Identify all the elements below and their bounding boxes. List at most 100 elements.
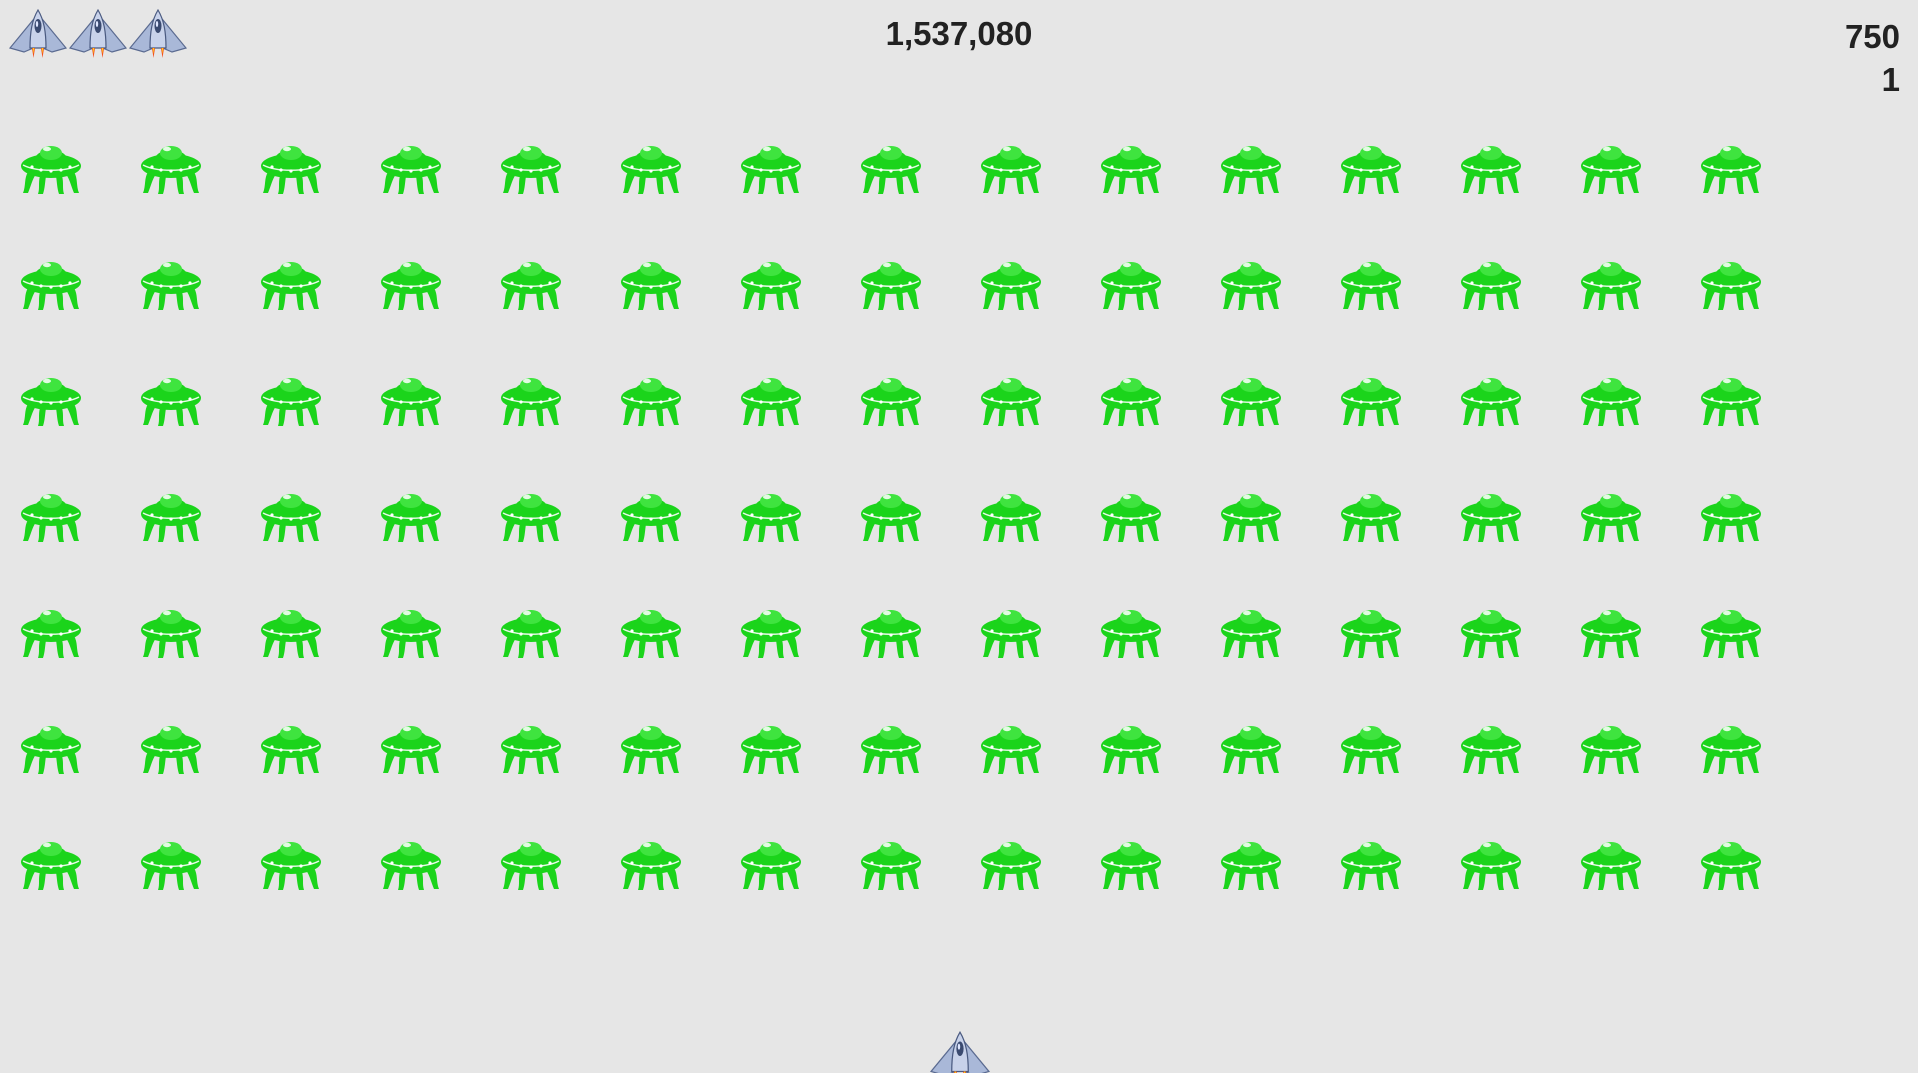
green-ufo-alien-icon: [380, 832, 442, 892]
green-ufo-alien-icon: [500, 484, 562, 544]
green-ufo-alien-icon: [140, 484, 202, 544]
green-ufo-alien-icon: [1220, 832, 1282, 892]
green-ufo-alien-icon: [980, 136, 1042, 196]
green-ufo-alien-icon: [1700, 600, 1762, 660]
green-ufo-alien-icon: [860, 600, 922, 660]
green-ufo-alien-icon: [1700, 484, 1762, 544]
green-ufo-alien-icon: [1580, 484, 1642, 544]
stat-bottom-value: 1: [1881, 61, 1900, 98]
green-ufo-alien-icon: [140, 136, 202, 196]
green-ufo-alien-icon: [980, 600, 1042, 660]
green-ufo-alien-icon: [1460, 716, 1522, 776]
green-ufo-alien-icon: [1100, 716, 1162, 776]
score-display: 1,537,080: [885, 15, 1033, 52]
green-ufo-alien-icon: [620, 600, 682, 660]
green-ufo-alien-icon: [500, 252, 562, 312]
green-ufo-alien-icon: [740, 716, 802, 776]
green-ufo-alien-icon: [1580, 368, 1642, 428]
green-ufo-alien-icon: [1100, 368, 1162, 428]
green-ufo-alien-icon: [260, 716, 322, 776]
green-ufo-alien-icon: [620, 136, 682, 196]
green-ufo-alien-icon: [500, 716, 562, 776]
green-ufo-alien-icon: [1220, 716, 1282, 776]
green-ufo-alien-icon: [1340, 484, 1402, 544]
green-ufo-alien-icon: [1700, 252, 1762, 312]
green-ufo-alien-icon: [740, 252, 802, 312]
green-ufo-alien-icon: [1220, 136, 1282, 196]
player-spaceship-icon: [929, 1030, 991, 1073]
green-ufo-alien-icon: [1100, 136, 1162, 196]
green-ufo-alien-icon: [980, 832, 1042, 892]
green-ufo-alien-icon: [740, 832, 802, 892]
green-ufo-alien-icon: [740, 136, 802, 196]
green-ufo-alien-icon: [1220, 484, 1282, 544]
green-ufo-alien-icon: [1460, 252, 1522, 312]
green-ufo-alien-icon: [380, 484, 442, 544]
green-ufo-alien-icon: [1340, 600, 1402, 660]
green-ufo-alien-icon: [260, 368, 322, 428]
green-ufo-alien-icon: [860, 136, 922, 196]
green-ufo-alien-icon: [260, 252, 322, 312]
green-ufo-alien-icon: [140, 716, 202, 776]
green-ufo-alien-icon: [1700, 716, 1762, 776]
green-ufo-alien-icon: [1460, 368, 1522, 428]
green-ufo-alien-icon: [140, 832, 202, 892]
green-ufo-alien-icon: [260, 832, 322, 892]
green-ufo-alien-icon: [980, 484, 1042, 544]
green-ufo-alien-icon: [140, 600, 202, 660]
green-ufo-alien-icon: [380, 368, 442, 428]
green-ufo-alien-icon: [1460, 832, 1522, 892]
green-ufo-alien-icon: [1580, 136, 1642, 196]
green-ufo-alien-icon: [500, 600, 562, 660]
green-ufo-alien-icon: [860, 252, 922, 312]
green-ufo-alien-icon: [1460, 600, 1522, 660]
green-ufo-alien-icon: [980, 716, 1042, 776]
green-ufo-alien-icon: [740, 600, 802, 660]
green-ufo-alien-icon: [740, 368, 802, 428]
stat-top-value: 750: [1844, 18, 1900, 55]
green-ufo-alien-icon: [1340, 136, 1402, 196]
green-ufo-alien-icon: [20, 136, 82, 196]
green-ufo-alien-icon: [20, 716, 82, 776]
green-ufo-alien-icon: [1220, 368, 1282, 428]
green-ufo-alien-icon: [1100, 832, 1162, 892]
green-ufo-alien-icon: [1340, 716, 1402, 776]
green-ufo-alien-icon: [860, 484, 922, 544]
green-ufo-alien-icon: [20, 484, 82, 544]
green-ufo-alien-icon: [860, 716, 922, 776]
green-ufo-alien-icon: [140, 252, 202, 312]
green-ufo-alien-icon: [980, 252, 1042, 312]
green-ufo-alien-icon: [1100, 600, 1162, 660]
alien-formation: [20, 136, 1760, 896]
player-ship[interactable]: [929, 1030, 991, 1073]
green-ufo-alien-icon: [1580, 716, 1642, 776]
green-ufo-alien-icon: [1700, 368, 1762, 428]
green-ufo-alien-icon: [1220, 600, 1282, 660]
green-ufo-alien-icon: [620, 252, 682, 312]
green-ufo-alien-icon: [380, 716, 442, 776]
green-ufo-alien-icon: [1580, 252, 1642, 312]
green-ufo-alien-icon: [1100, 252, 1162, 312]
green-ufo-alien-icon: [1700, 136, 1762, 196]
green-ufo-alien-icon: [1220, 252, 1282, 312]
green-ufo-alien-icon: [620, 484, 682, 544]
green-ufo-alien-icon: [380, 252, 442, 312]
green-ufo-alien-icon: [260, 484, 322, 544]
green-ufo-alien-icon: [1580, 832, 1642, 892]
green-ufo-alien-icon: [1340, 832, 1402, 892]
stat-panel: 750 1: [1845, 15, 1900, 101]
green-ufo-alien-icon: [140, 368, 202, 428]
green-ufo-alien-icon: [500, 368, 562, 428]
green-ufo-alien-icon: [260, 136, 322, 196]
green-ufo-alien-icon: [380, 600, 442, 660]
green-ufo-alien-icon: [860, 832, 922, 892]
green-ufo-alien-icon: [20, 600, 82, 660]
green-ufo-alien-icon: [500, 832, 562, 892]
green-ufo-alien-icon: [620, 832, 682, 892]
green-ufo-alien-icon: [1700, 832, 1762, 892]
green-ufo-alien-icon: [1340, 252, 1402, 312]
green-ufo-alien-icon: [20, 368, 82, 428]
green-ufo-alien-icon: [860, 368, 922, 428]
green-ufo-alien-icon: [740, 484, 802, 544]
green-ufo-alien-icon: [1460, 484, 1522, 544]
